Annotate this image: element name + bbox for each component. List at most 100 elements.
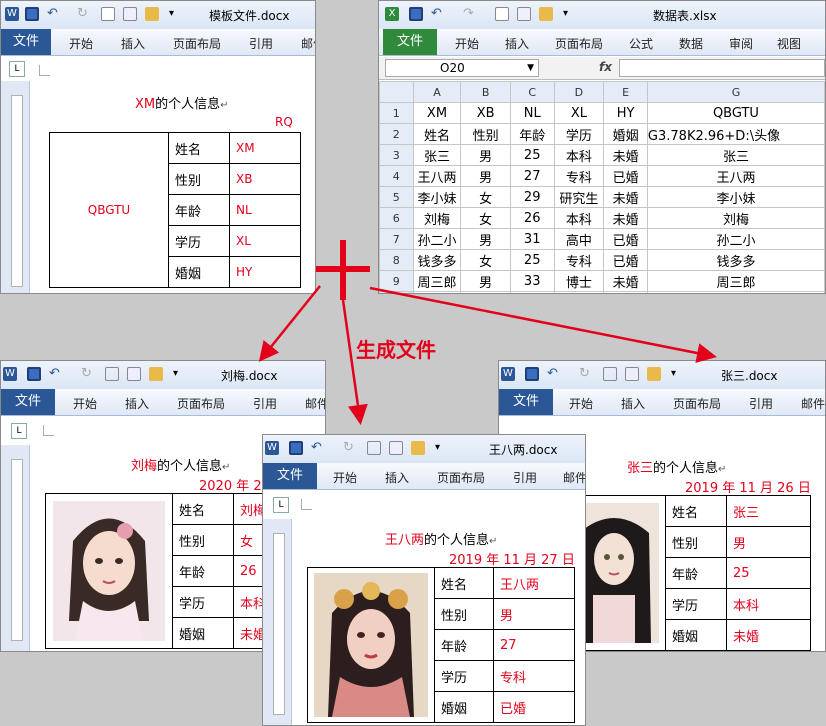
qat-menu-icon[interactable]: ▾: [173, 367, 187, 381]
row-header[interactable]: 1: [379, 102, 414, 124]
sheet-cell[interactable]: 本科: [553, 207, 605, 229]
new-icon[interactable]: [101, 7, 115, 21]
tab-mailings[interactable]: 邮件: [305, 395, 325, 412]
tab-home[interactable]: 开始: [69, 35, 93, 52]
sheet-cell[interactable]: 26: [509, 207, 555, 229]
tab-file[interactable]: 文件: [383, 29, 437, 55]
undo-icon[interactable]: ↶: [547, 367, 561, 381]
tab-page-layout[interactable]: 页面布局: [673, 395, 721, 412]
word-icon[interactable]: W: [5, 7, 19, 21]
tab-file[interactable]: 文件: [263, 463, 317, 489]
sheet-cell[interactable]: 已婚: [603, 228, 648, 250]
tab-insert[interactable]: 插入: [385, 469, 409, 486]
tab-home[interactable]: 开始: [569, 395, 593, 412]
print-preview-icon[interactable]: [123, 7, 137, 21]
tab-references[interactable]: 引用: [249, 35, 273, 52]
qat-menu-icon[interactable]: ▾: [671, 367, 685, 381]
tab-insert[interactable]: 插入: [125, 395, 149, 412]
tab-home[interactable]: 开始: [73, 395, 97, 412]
ruler-corner[interactable]: L: [9, 61, 25, 77]
sheet-cell[interactable]: 高中: [553, 228, 605, 250]
new-icon[interactable]: [495, 7, 509, 21]
sheet-cell[interactable]: 钱多多: [412, 249, 462, 271]
sheet-cell[interactable]: 姓名: [412, 123, 462, 145]
qat-menu-icon[interactable]: ▾: [169, 7, 183, 21]
sheet-cell[interactable]: 张三: [412, 144, 462, 166]
tab-page-layout[interactable]: 页面布局: [177, 395, 225, 412]
tab-data[interactable]: 数据: [679, 35, 703, 52]
sheet-cell[interactable]: 未婚: [603, 186, 648, 208]
formula-input[interactable]: [619, 59, 825, 77]
redo-icon[interactable]: ↻: [343, 441, 357, 455]
print-preview-icon[interactable]: [517, 7, 531, 21]
sheet-cell[interactable]: 博士: [553, 270, 605, 292]
tab-mailings[interactable]: 邮件: [801, 395, 825, 412]
word-icon[interactable]: W: [265, 441, 279, 455]
sheet-cell[interactable]: QBGTU: [646, 102, 825, 124]
qat-menu-icon[interactable]: ▾: [563, 7, 577, 21]
tab-home[interactable]: 开始: [455, 35, 479, 52]
tab-view[interactable]: 视图: [777, 35, 801, 52]
sheet-cell[interactable]: 学历: [553, 123, 605, 145]
sheet-cell[interactable]: 已婚: [603, 249, 648, 271]
sheet-cell[interactable]: 孙二小: [412, 228, 462, 250]
sheet-cell[interactable]: 25: [509, 249, 555, 271]
tab-file[interactable]: 文件: [499, 389, 553, 415]
sheet-cell[interactable]: 李小妹: [412, 186, 462, 208]
row-header[interactable]: 5: [379, 186, 414, 208]
row-header[interactable]: 2: [379, 123, 414, 145]
tab-references[interactable]: 引用: [513, 469, 537, 486]
sheet-cell[interactable]: 未婚: [603, 144, 648, 166]
sheet-cell[interactable]: 未婚: [603, 270, 648, 292]
open-folder-icon[interactable]: [647, 367, 661, 381]
sheet-cell[interactable]: 28: [509, 291, 555, 293]
sheet-cell[interactable]: XM: [412, 102, 462, 124]
tab-page-layout[interactable]: 页面布局: [173, 35, 221, 52]
row-header[interactable]: 9: [379, 270, 414, 292]
row-header[interactable]: 7: [379, 228, 414, 250]
tab-file[interactable]: 文件: [1, 389, 55, 415]
undo-icon[interactable]: ↶: [431, 7, 445, 21]
tab-page-layout[interactable]: 页面布局: [555, 35, 603, 52]
save-icon[interactable]: [289, 441, 303, 455]
ruler-corner[interactable]: L: [273, 497, 289, 513]
col-header[interactable]: E: [603, 81, 648, 103]
new-icon[interactable]: [603, 367, 617, 381]
sheet-cell[interactable]: 男: [460, 270, 511, 292]
redo-icon[interactable]: ↷: [463, 7, 477, 21]
col-header[interactable]: A: [412, 81, 462, 103]
print-preview-icon[interactable]: [389, 441, 403, 455]
row-header[interactable]: 3: [379, 144, 414, 166]
print-preview-icon[interactable]: [127, 367, 141, 381]
tab-formulas[interactable]: 公式: [629, 35, 653, 52]
sheet-cell[interactable]: NL: [509, 102, 555, 124]
col-header[interactable]: D: [553, 81, 605, 103]
sheet-cell[interactable]: 女: [460, 249, 511, 271]
tab-mailings[interactable]: 邮件: [563, 469, 585, 486]
save-icon[interactable]: [525, 367, 539, 381]
tab-home[interactable]: 开始: [333, 469, 357, 486]
ruler-corner[interactable]: L: [11, 423, 27, 439]
sheet-cell[interactable]: 29: [509, 186, 555, 208]
undo-icon[interactable]: ↶: [47, 7, 61, 21]
open-folder-icon[interactable]: [149, 367, 163, 381]
redo-icon[interactable]: ↻: [81, 367, 95, 381]
sheet-cell[interactable]: 性别: [460, 123, 511, 145]
sheet-cell[interactable]: 男: [460, 228, 511, 250]
sheet-cell[interactable]: 男: [460, 165, 511, 187]
open-folder-icon[interactable]: [539, 7, 553, 21]
sheet-cell[interactable]: HY: [603, 102, 648, 124]
sheet-cell[interactable]: 女: [460, 186, 511, 208]
tab-insert[interactable]: 插入: [621, 395, 645, 412]
sheet-cell[interactable]: 男: [460, 144, 511, 166]
name-box[interactable]: O20 ▼: [385, 59, 539, 77]
row-header[interactable]: 8: [379, 249, 414, 271]
print-preview-icon[interactable]: [625, 367, 639, 381]
redo-icon[interactable]: ↻: [579, 367, 593, 381]
sheet-cell[interactable]: 王八两: [412, 165, 462, 187]
new-icon[interactable]: [105, 367, 119, 381]
tab-review[interactable]: 审阅: [729, 35, 753, 52]
sheet-cell[interactable]: XL: [553, 102, 605, 124]
save-icon[interactable]: [409, 7, 423, 21]
dropdown-arrow-icon[interactable]: ▼: [527, 60, 534, 76]
